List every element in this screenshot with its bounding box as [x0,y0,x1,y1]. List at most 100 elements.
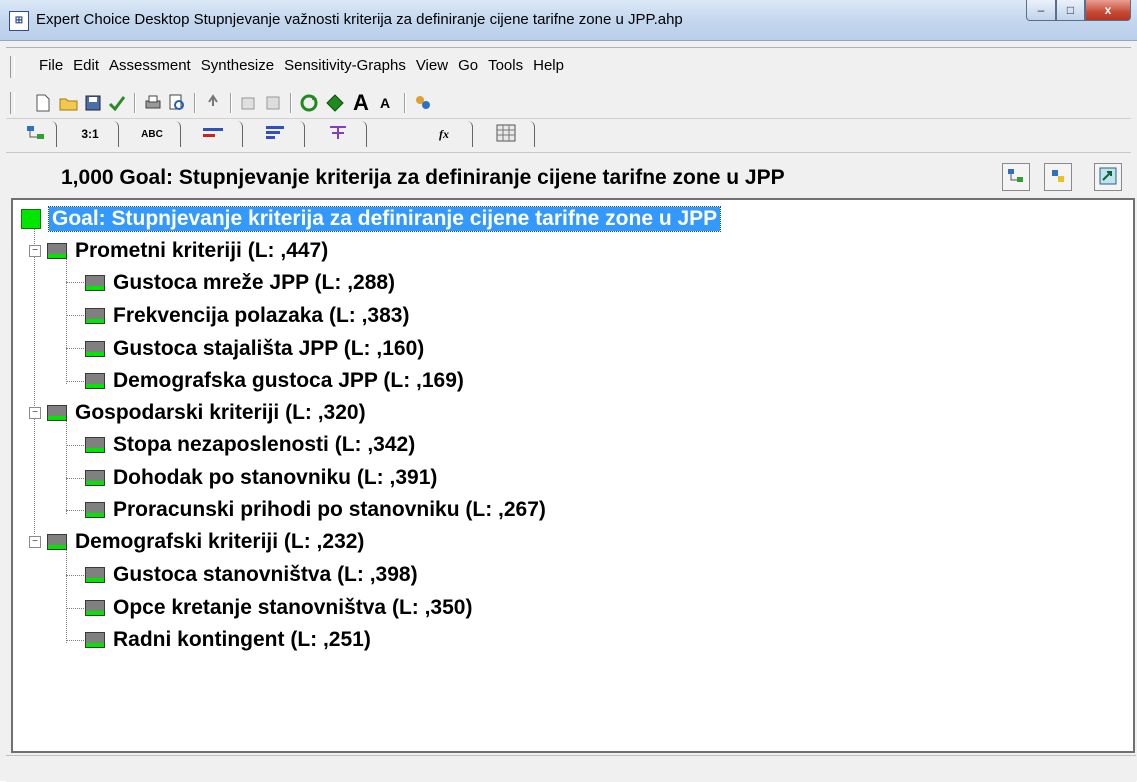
priority-bar-icon [85,373,105,389]
maximize-button[interactable]: □ [1056,0,1085,21]
expand-button[interactable] [1094,163,1122,191]
window-title: Expert Choice Desktop Stupnjevanje važno… [36,11,683,28]
criterion-node[interactable]: Gospodarski kriteriji (L: ,320) [47,400,366,426]
data-grid-icon [496,124,516,145]
tree-connector [66,478,84,479]
priority-bar-icon [85,341,105,357]
toolbar-separator [230,93,232,113]
subcriterion-node[interactable]: Stopa nezaposlenosti (L: ,342) [85,432,415,458]
hierarchy-tree[interactable]: Goal: Stupnjevanje kriterija za definira… [11,198,1135,753]
criterion-node[interactable]: Demografski kriteriji (L: ,232) [47,529,364,555]
priority-bar-icon [85,470,105,486]
verbal-icon: ABC [141,128,163,140]
new-file-icon[interactable] [32,92,54,114]
tab-graphical[interactable] [186,121,243,147]
main-toolbar: A A [6,88,1131,119]
priority-bar-icon [85,308,105,324]
tree-connector [66,418,67,514]
goal-priority-icon [21,209,41,229]
tree-connector [66,256,67,384]
window-controls: – □ x [1026,0,1131,26]
collapse-toggle[interactable]: − [29,407,41,419]
tab-verbal[interactable]: ABC [124,121,181,147]
recalculate-icon[interactable] [298,92,320,114]
goal-label: Goal: Stupnjevanje kriterija za definira… [47,206,722,232]
menu-grip[interactable] [10,56,15,78]
tree-view-icon [26,125,46,144]
subcriterion-node[interactable]: Frekvencija polazaka (L: ,383) [85,303,409,329]
alternatives-button[interactable] [1044,163,1072,191]
subcriterion-label: Dohodak po stanovniku (L: ,391) [113,466,438,489]
expert-choice-icon[interactable]: ⊞ [9,11,29,31]
menu-go[interactable]: Go [453,57,483,74]
tab-formula[interactable]: fx [416,121,473,147]
toolbar-grip[interactable] [10,92,15,114]
subcriterion-node[interactable]: Demografska gustoca JPP (L: ,169) [85,368,464,394]
tab-tree-view[interactable] [16,121,57,147]
menu-view[interactable]: View [411,57,453,74]
close-button[interactable]: x [1085,0,1131,21]
priority-bar-icon [47,243,67,259]
subcriterion-node[interactable]: Gustoca stanovništva (L: ,398) [85,562,418,588]
participants-icon[interactable] [412,92,434,114]
header-priority-goal: 1,000 Goal: Stupnjevanje kriterija za de… [61,166,785,189]
toolbar-separator [194,93,196,113]
print-icon[interactable] [142,92,164,114]
title-bar[interactable]: ⊞ Expert Choice Desktop Stupnjevanje važ… [0,0,1137,41]
formula-icon: fx [439,126,449,141]
priority-bar-icon [85,600,105,616]
checkmark-icon[interactable] [106,92,128,114]
menu-edit[interactable]: Edit [68,57,104,74]
tab-bar-view[interactable] [248,121,305,147]
recalculate-all-icon[interactable] [324,92,346,114]
subcriterion-label: Proracunski prihodi po stanovniku (L: ,2… [113,498,546,521]
open-folder-icon[interactable] [58,92,80,114]
graphical-icon [203,127,225,142]
pairwise-numeric-icon: 3:1 [81,127,99,141]
collapse-toggle[interactable]: − [29,245,41,257]
criterion-node[interactable]: Prometni kriteriji (L: ,447) [47,238,328,264]
tab-data-grid[interactable] [478,121,535,147]
subcriterion-label: Gustoca stanovništva (L: ,398) [113,563,418,586]
font-smaller-icon[interactable]: A [374,92,396,114]
collapse-toggle[interactable]: − [29,536,41,548]
save-icon[interactable] [82,92,104,114]
priority-bar-icon [47,534,67,550]
tab-questionnaire[interactable] [310,121,367,147]
tree-goal-node[interactable]: Goal: Stupnjevanje kriterija za definira… [21,206,722,232]
subcriterion-label: Gustoca mreže JPP (L: ,288) [113,271,396,294]
node-header: 1,000 Goal: Stupnjevanje kriterija za de… [6,152,1131,199]
tree-view-button[interactable] [1002,163,1030,191]
tab-pairwise-numeric[interactable]: 3:1 [62,121,119,147]
subcriterion-node[interactable]: Dohodak po stanovniku (L: ,391) [85,465,437,491]
priority-bar-icon [85,502,105,518]
tree-connector [66,575,84,576]
menu-bar: File Edit Assessment Synthesize Sensitiv… [6,47,1131,89]
subcriterion-node[interactable]: Proracunski prihodi po stanovniku (L: ,2… [85,497,546,523]
font-larger-icon[interactable]: A [350,90,372,115]
copy-icon[interactable] [238,92,260,114]
menu-tools[interactable]: Tools [483,57,528,74]
criterion-label: Prometni kriteriji (L: ,447) [75,239,329,262]
tree-connector [66,315,84,316]
tree-connector [66,381,84,382]
minimize-button[interactable]: – [1026,0,1056,21]
print-preview-icon[interactable] [166,92,188,114]
subcriterion-node[interactable]: Gustoca stajališta JPP (L: ,160) [85,336,424,362]
view-tab-bar: 3:1 ABC fx [6,119,1131,151]
cut-icon[interactable] [202,92,224,114]
priority-bar-icon [85,275,105,291]
subcriterion-node[interactable]: Gustoca mreže JPP (L: ,288) [85,270,395,296]
tree-connector [66,547,67,643]
menu-file[interactable]: File [34,57,68,74]
subcriterion-node[interactable]: Radni kontingent (L: ,251) [85,627,371,653]
menu-synthesize[interactable]: Synthesize [196,57,279,74]
menu-help[interactable]: Help [528,57,569,74]
menu-sensitivity-graphs[interactable]: Sensitivity-Graphs [279,57,411,74]
paste-icon[interactable] [262,92,284,114]
expand-icon [1099,167,1117,188]
menu-assessment[interactable]: Assessment [104,57,196,74]
subcriterion-node[interactable]: Opce kretanje stanovništva (L: ,350) [85,595,472,621]
subcriterion-label: Demografska gustoca JPP (L: ,169) [113,369,464,392]
toolbar-separator [290,93,292,113]
